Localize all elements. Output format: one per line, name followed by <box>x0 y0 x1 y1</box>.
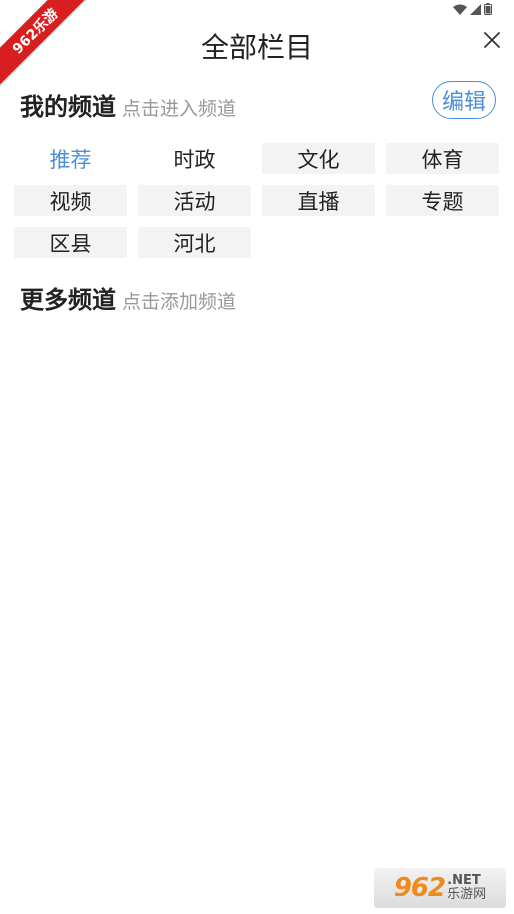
more-channels-hint: 点击添加频道 <box>122 292 237 313</box>
wifi-icon <box>453 4 467 15</box>
battery-icon <box>484 3 492 15</box>
header: 全部栏目 <box>0 20 514 66</box>
my-channels-hint: 点击进入频道 <box>122 99 237 120</box>
my-channels-grid: 推荐 时政 文化 体育 视频 活动 直播 专题 区县 河北 <box>14 143 500 258</box>
channel-chip-sports[interactable]: 体育 <box>386 143 499 174</box>
channel-chip-topics[interactable]: 专题 <box>386 185 499 216</box>
channel-chip-recommend[interactable]: 推荐 <box>14 143 127 174</box>
channel-chip-hebei[interactable]: 河北 <box>138 227 251 258</box>
status-icons <box>453 3 492 15</box>
channel-chip-events[interactable]: 活动 <box>138 185 251 216</box>
watermark-net: .NET <box>447 873 481 888</box>
channel-chip-culture[interactable]: 文化 <box>262 143 375 174</box>
watermark-cn: 乐游网 <box>447 887 487 902</box>
close-button[interactable] <box>480 28 504 52</box>
channel-chip-video[interactable]: 视频 <box>14 185 127 216</box>
more-channels-header: 更多频道 点击添加频道 <box>20 280 236 315</box>
channel-chip-politics[interactable]: 时政 <box>138 143 251 174</box>
my-channels-header: 我的频道 点击进入频道 <box>20 87 236 122</box>
page-title: 全部栏目 <box>200 33 313 64</box>
more-channels-title: 更多频道 <box>20 288 116 314</box>
signal-icon <box>470 3 481 15</box>
my-channels-title: 我的频道 <box>20 95 116 121</box>
channel-chip-districts[interactable]: 区县 <box>14 227 127 258</box>
channel-chip-live[interactable]: 直播 <box>262 185 375 216</box>
watermark-text: .NET 乐游网 <box>447 874 486 902</box>
edit-button[interactable]: 编辑 <box>432 81 496 119</box>
watermark-number: 962 <box>393 873 446 903</box>
close-icon <box>484 32 500 48</box>
bottom-watermark: 962 .NET 乐游网 <box>374 868 506 908</box>
